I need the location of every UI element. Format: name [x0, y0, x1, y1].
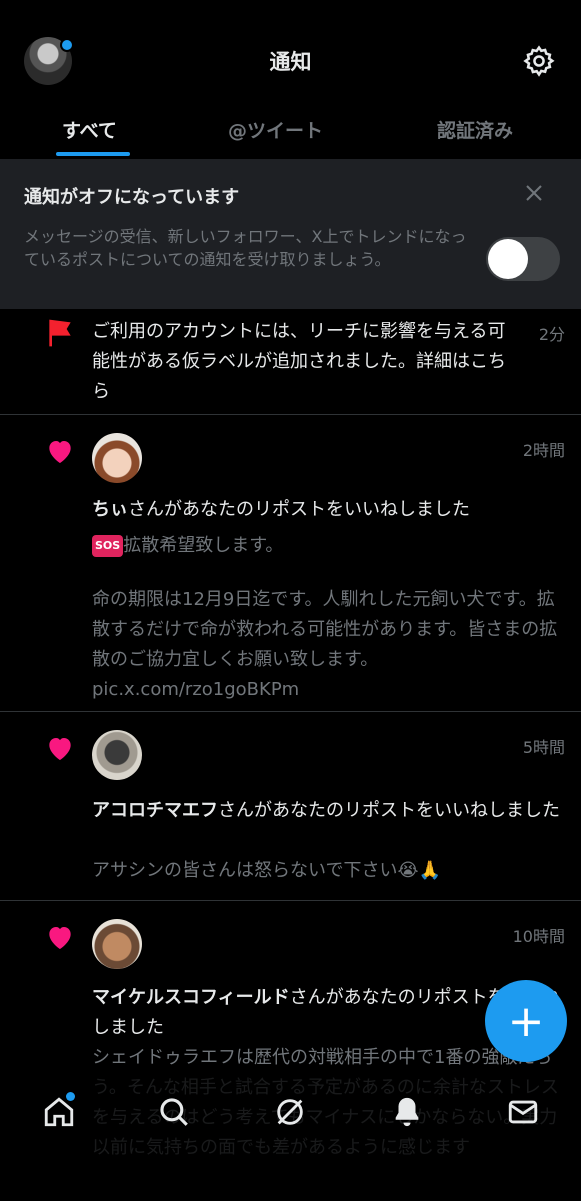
user-name[interactable]: マイケルスコフィールド [92, 987, 290, 1008]
heart-icon [49, 738, 71, 760]
close-icon[interactable] [522, 181, 546, 205]
notification-text: ご利用のアカウントには、リーチに影響を与える可能性がある仮ラベルが追加されました… [92, 321, 506, 402]
home-unread-dot [66, 1092, 75, 1101]
header: 通知 [0, 0, 581, 120]
list-item[interactable]: 2時間 ちぃさんがあなたのリポストをいいねしました SOS 拡散希望致します。 命… [0, 415, 581, 712]
avatar[interactable] [92, 730, 142, 780]
avatar[interactable] [92, 433, 142, 483]
notification-time: 2分 [538, 325, 565, 344]
excerpt-first-line: SOS 拡散希望致します。 [92, 531, 562, 561]
notification-action: さんがあなたのリポストをいいねしました [128, 499, 470, 520]
list-item[interactable]: 5時間 アコロチマエフさんがあなたのリポストをいいねしました アサシンの皆さんは… [0, 712, 581, 901]
notification-time: 10時間 [512, 927, 565, 946]
toggle-knob [488, 239, 528, 279]
bottom-nav [0, 1076, 581, 1199]
bell-icon[interactable] [390, 1095, 424, 1129]
user-name[interactable]: ちぃ [92, 499, 128, 520]
search-icon[interactable] [157, 1095, 191, 1129]
notification-time: 5時間 [522, 738, 565, 757]
notification-text: アコロチマエフさんがあなたのリポストをいいねしました [92, 796, 562, 826]
page-title: 通知 [269, 50, 312, 74]
notifications-off-banner: 通知がオフになっています メッセージの受信、新しいフォロワー、X上でトレンドにな… [0, 159, 581, 309]
notification-text: ちぃさんがあなたのリポストをいいねしました [92, 495, 562, 525]
flag-icon [49, 319, 71, 347]
grok-icon[interactable] [273, 1095, 307, 1129]
banner-title: 通知がオフになっています [24, 187, 240, 208]
list-item[interactable]: ご利用のアカウントには、リーチに影響を与える可能性がある仮ラベルが追加されました… [0, 309, 581, 415]
avatar[interactable] [92, 919, 142, 969]
tab-verified[interactable]: 認証済み [437, 116, 513, 143]
compose-button[interactable]: + [485, 980, 567, 1062]
tab-bar: すべて @ツイート 認証済み [0, 104, 581, 159]
excerpt-text: アサシンの皆さんは怒らないで下さい😭🙏 [92, 860, 441, 881]
notification-action: さんがあなたのリポストをいいねしました [218, 800, 560, 821]
excerpt-text: 拡散希望致します。 [123, 535, 284, 556]
heart-icon [49, 441, 71, 463]
active-tab-indicator [56, 152, 130, 156]
notifications-toggle[interactable] [486, 237, 560, 281]
heart-icon [49, 927, 71, 949]
banner-body: メッセージの受信、新しいフォロワー、X上でトレンドになっているポストについての通… [24, 227, 467, 269]
tab-all[interactable]: すべて [62, 116, 117, 143]
user-name[interactable]: アコロチマエフ [92, 800, 218, 821]
excerpt-body: 命の期限は12月9日迄です。人馴れした元飼い犬です。拡散するだけで命が救われる可… [92, 589, 558, 700]
sos-badge: SOS [92, 535, 124, 557]
mail-icon[interactable] [506, 1095, 540, 1129]
tab-mentions[interactable]: @ツイート [228, 116, 323, 143]
gear-icon[interactable] [522, 44, 556, 78]
notification-time: 2時間 [522, 441, 565, 460]
